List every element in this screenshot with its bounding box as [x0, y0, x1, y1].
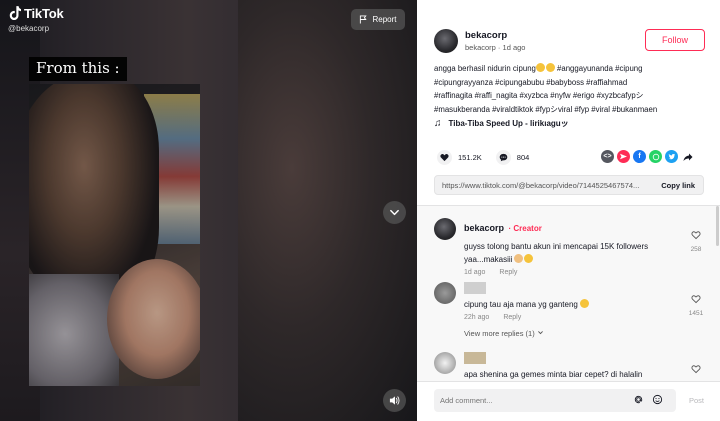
music-note-icon: ♫	[434, 118, 442, 129]
comment-item: cipung tau aja mana yg ganteng 22h ago R…	[434, 282, 704, 338]
heart-icon	[440, 154, 449, 162]
twitter-share-button[interactable]	[665, 150, 678, 163]
pray-emoji-icon	[514, 254, 524, 263]
share-buttons: <> f	[601, 150, 694, 163]
composer-icons	[633, 394, 663, 405]
comment-time: 22h ago	[464, 314, 490, 321]
comment-composer: Post	[417, 381, 720, 421]
comment-like-count: 1451	[688, 310, 704, 317]
comments-scrollbar[interactable]	[716, 206, 719, 246]
watermark-handle: @bekacorp	[8, 24, 50, 33]
video-info-panel: bekacorp bekacorp · 1d ago Follow angga …	[417, 0, 720, 421]
comment-icon	[499, 153, 508, 162]
creator-badge: · Creator	[508, 224, 542, 233]
comment-count: 804	[516, 153, 530, 162]
reply-button[interactable]: Reply	[503, 314, 521, 321]
music-title[interactable]: Tiba-Tiba Speed Up - lirikıaguッ	[449, 118, 569, 129]
whatsapp-icon	[652, 153, 659, 160]
video-description: angga berhasil nidurin cipung #anggayuna…	[434, 62, 714, 116]
video-link-url[interactable]: https://www.tiktok.com/@bekacorp/video/7…	[435, 181, 651, 190]
tiktok-logo[interactable]: TikTok	[8, 6, 64, 21]
grin-emoji-icon	[580, 299, 590, 308]
video-caption-text: From this :	[36, 59, 120, 77]
video-caption-overlay: From this :	[29, 57, 127, 81]
report-label: Report	[372, 15, 397, 24]
comment-like-count: 258	[690, 246, 702, 253]
emoji-icon[interactable]	[652, 394, 663, 405]
tiktok-video-page: From this : TikTok @bekacorp Report beka…	[0, 0, 720, 421]
reply-button[interactable]: Reply	[499, 269, 517, 276]
author-name[interactable]: bekacorp	[465, 30, 525, 41]
chevron-down-icon	[390, 209, 399, 216]
chevron-down-icon	[537, 331, 543, 335]
video-link-box: https://www.tiktok.com/@bekacorp/video/7…	[434, 175, 704, 195]
flag-icon	[360, 15, 368, 24]
author-avatar[interactable]	[434, 29, 458, 53]
mute-toggle-button[interactable]	[383, 389, 406, 412]
like-button[interactable]	[437, 150, 452, 165]
commenter-name-redacted	[464, 352, 486, 364]
comment-like[interactable]: 258	[688, 227, 704, 253]
commenter-name-redacted	[464, 282, 486, 294]
sleepy-emoji-icon	[535, 63, 545, 72]
author-subtitle: bekacorp · 1d ago	[465, 43, 526, 52]
commenter-avatar[interactable]	[434, 282, 456, 304]
video-frame[interactable]	[29, 84, 200, 386]
grin-emoji-icon	[545, 63, 555, 72]
commenter-avatar[interactable]	[434, 352, 456, 374]
volume-icon	[389, 396, 400, 405]
music-link[interactable]: ♫ Tiba-Tiba Speed Up - lirikıaguッ	[434, 118, 569, 129]
embed-share-button[interactable]: <>	[601, 150, 614, 163]
action-bar: 151.2K 804	[437, 150, 537, 165]
heart-outline-icon	[691, 295, 701, 304]
facebook-share-button[interactable]: f	[633, 150, 646, 163]
heart-outline-icon	[691, 365, 701, 374]
comment-like[interactable]: 1451	[688, 291, 704, 317]
copy-link-button[interactable]: Copy link	[651, 181, 703, 190]
comment-text: apa shenina ga gemes minta biar cepet? d…	[464, 370, 643, 379]
post-button[interactable]: Post	[689, 396, 704, 405]
twitter-bird-icon	[668, 153, 675, 159]
paper-plane-icon	[620, 153, 627, 160]
comment-like[interactable]	[688, 361, 704, 379]
tiktok-note-icon	[9, 6, 21, 21]
tiktok-logo-text: TikTok	[24, 6, 64, 21]
report-button[interactable]: Report	[351, 9, 405, 30]
comment-item: bekacorp · Creator guyss tolong bantu ak…	[434, 218, 704, 276]
next-video-button[interactable]	[383, 201, 406, 224]
whatsapp-share-button[interactable]	[649, 150, 662, 163]
comment-time: 1d ago	[464, 269, 486, 276]
mention-icon[interactable]	[633, 394, 644, 405]
commenter-avatar[interactable]	[434, 218, 456, 240]
facebook-icon: f	[638, 153, 641, 160]
heart-outline-icon	[691, 231, 701, 240]
like-count: 151.2K	[458, 153, 482, 162]
send-share-button[interactable]	[617, 150, 630, 163]
commenter-name[interactable]: bekacorp	[464, 223, 504, 233]
hashtags-line-4[interactable]: #masukberanda #viraldtiktok #fypシviral #…	[434, 103, 714, 117]
comment-button[interactable]	[495, 150, 511, 165]
description-text: angga berhasil nidurin cipung	[434, 64, 536, 73]
comment-text: guyss tolong bantu akun ini mencapai 15K…	[464, 242, 649, 264]
share-arrow-icon	[683, 153, 692, 161]
smile-emoji-icon	[524, 254, 534, 263]
comments-list[interactable]: bekacorp · Creator guyss tolong bantu ak…	[417, 206, 720, 381]
hashtags-line-3[interactable]: #raffinagita #raffi_nagita #xyzbca #nyfw…	[434, 89, 714, 103]
view-more-replies-button[interactable]: View more replies (1)	[464, 329, 704, 338]
hashtags-line-1[interactable]: #anggayunanda #cipung	[557, 64, 642, 73]
comment-text: cipung tau aja mana yg ganteng	[464, 298, 679, 311]
code-icon: <>	[603, 153, 612, 160]
follow-button[interactable]: Follow	[645, 29, 705, 51]
author-info[interactable]: bekacorp bekacorp · 1d ago	[434, 29, 525, 53]
comment-item: apa shenina ga gemes minta biar cepet? d…	[434, 352, 704, 381]
video-player[interactable]: From this : TikTok @bekacorp Report	[0, 0, 417, 421]
more-share-button[interactable]	[681, 150, 694, 163]
hashtags-line-2[interactable]: #cipungrayyanza #cipungabubu #babyboss #…	[434, 76, 714, 90]
